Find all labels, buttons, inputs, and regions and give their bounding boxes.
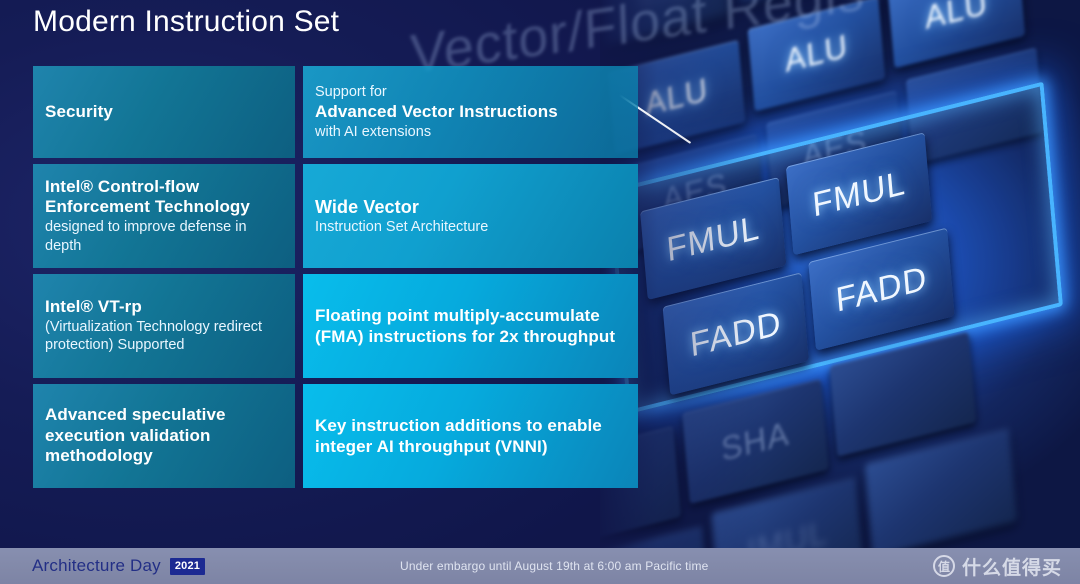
right-card-column: Support for Advanced Vector Instructions… (303, 66, 638, 494)
slide-root: STD STD ALU ALU ALU AES AES FMUL FMUL FA… (0, 0, 1080, 584)
card-vtrp-heading: Intel® VT-rp (45, 297, 142, 317)
card-speculative-execution[interactable]: Advanced speculative execution validatio… (33, 384, 295, 488)
card-wide-vector[interactable]: Wide Vector Instruction Set Architecture (303, 164, 638, 268)
footer-bar: Architecture Day 2021 Under embargo unti… (0, 548, 1080, 584)
card-avx-pretext: Support for (315, 83, 387, 100)
site-watermark: 值 什么值得买 (932, 553, 1062, 580)
left-card-column: Security Intel® Control-flow Enforcement… (33, 66, 295, 494)
card-control-flow-enforcement[interactable]: Intel® Control-flow Enforcement Technolo… (33, 164, 295, 268)
card-fma-heading: Floating point multiply-accumulate (FMA)… (315, 305, 616, 346)
card-wide-vector-subtext: Instruction Set Architecture (315, 218, 489, 235)
card-avx-subtext: with AI extensions (315, 123, 432, 140)
chip-tile (864, 428, 1018, 548)
watermark-logo-icon: 值 (932, 555, 955, 577)
card-security-heading: Security (45, 101, 113, 121)
card-avx-heading: Advanced Vector Instructions (315, 101, 558, 121)
card-cet-subtext: designed to improve defense in depth (45, 219, 247, 254)
embargo-notice: Under embargo until August 19th at 6:00 … (400, 559, 709, 573)
card-speculative-heading: Advanced speculative execution validatio… (45, 404, 226, 466)
watermark-label: 什么值得买 (961, 556, 1062, 579)
chip-tile: SHA (682, 378, 829, 504)
footer-brand: Architecture Day 2021 (32, 556, 206, 576)
card-vnni[interactable]: Key instruction additions to enable inte… (303, 384, 638, 488)
card-fma[interactable]: Floating point multiply-accumulate (FMA)… (303, 274, 638, 378)
chip-tile-grid: STD STD ALU ALU ALU AES AES FMUL FMUL FA… (600, 0, 1080, 548)
page-title: Modern Instruction Set (33, 5, 340, 38)
brand-year-badge: 2021 (169, 557, 206, 575)
card-vnni-heading: Key instruction additions to enable inte… (315, 415, 602, 456)
card-wide-vector-heading: Wide Vector (315, 196, 419, 217)
brand-label: Architecture Day (32, 556, 161, 575)
card-security[interactable]: Security (33, 66, 295, 158)
chip-photo-background: STD STD ALU ALU ALU AES AES FMUL FMUL FA… (600, 0, 1080, 548)
card-vtrp-subtext: (Virtualization Technology redirect prot… (45, 318, 263, 354)
card-vt-rp[interactable]: Intel® VT-rp (Virtualization Technology … (33, 274, 295, 378)
card-cet-heading: Intel® Control-flow Enforcement Technolo… (45, 176, 250, 217)
card-advanced-vector-instructions[interactable]: Support for Advanced Vector Instructions… (303, 66, 638, 158)
